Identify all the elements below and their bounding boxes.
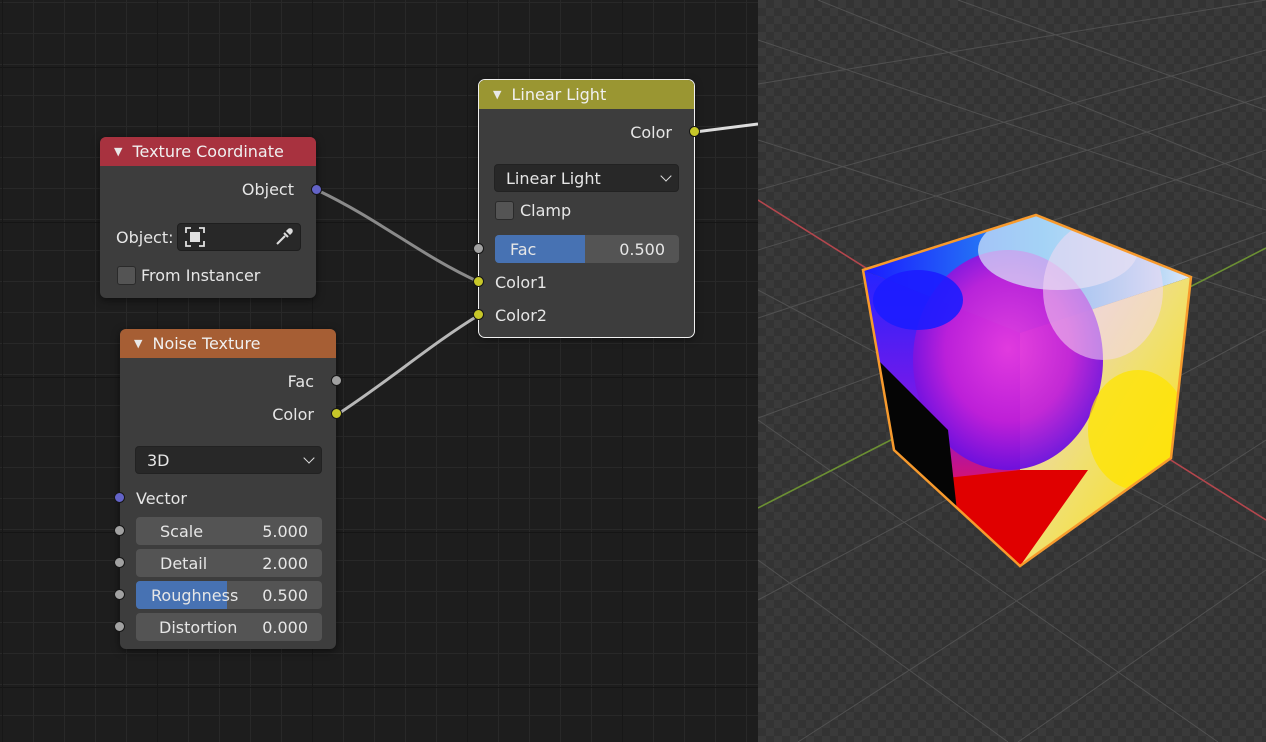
output-fac-socket[interactable] bbox=[331, 375, 342, 386]
output-color-label: Color bbox=[630, 122, 672, 142]
from-instancer-row: From Instancer bbox=[141, 263, 316, 287]
3d-viewport[interactable] bbox=[758, 0, 1266, 742]
fac-value: 0.500 bbox=[619, 240, 665, 259]
chevron-down-icon bbox=[660, 170, 672, 182]
object-field[interactable] bbox=[177, 223, 301, 251]
input-scale-socket[interactable] bbox=[114, 525, 125, 536]
node-editor[interactable]: ▼ Texture Coordinate Object Object: From… bbox=[0, 0, 758, 742]
blend-mode-dropdown[interactable]: Linear Light bbox=[494, 164, 679, 192]
dimensions-value: 3D bbox=[147, 450, 170, 470]
input-vector-label: Vector bbox=[136, 488, 187, 508]
texture-coordinate-header[interactable]: ▼ Texture Coordinate bbox=[100, 137, 316, 166]
output-color-row: Color bbox=[120, 402, 336, 426]
distortion-value: 0.000 bbox=[262, 618, 308, 637]
input-fac-socket[interactable] bbox=[473, 243, 484, 254]
output-color-socket[interactable] bbox=[331, 408, 342, 419]
scale-slider[interactable]: Scale 5.000 bbox=[136, 517, 322, 545]
input-color1-label: Color1 bbox=[495, 272, 547, 292]
chevron-down-icon bbox=[303, 452, 315, 464]
slider-fill bbox=[495, 235, 586, 263]
node-title: Noise Texture bbox=[152, 334, 261, 353]
dimensions-dropdown[interactable]: 3D bbox=[135, 446, 322, 474]
link-object-to-color1[interactable] bbox=[316, 188, 480, 284]
detail-label: Detail bbox=[160, 554, 208, 573]
scale-label: Scale bbox=[160, 522, 204, 541]
output-color-row: Color bbox=[479, 120, 694, 144]
scale-value: 5.000 bbox=[262, 522, 308, 541]
clamp-label: Clamp bbox=[520, 200, 572, 220]
roughness-value: 0.500 bbox=[262, 586, 308, 605]
object-square-icon bbox=[185, 227, 205, 247]
link-color-to-color2[interactable] bbox=[337, 313, 480, 416]
noise-texture-node[interactable]: ▼ Noise Texture Fac Color 3D Vector Scal… bbox=[114, 329, 342, 649]
output-color-label: Color bbox=[272, 404, 314, 424]
detail-slider[interactable]: Detail 2.000 bbox=[136, 549, 322, 577]
clamp-row: Clamp bbox=[520, 198, 694, 222]
output-object-socket[interactable] bbox=[311, 184, 322, 195]
input-detail-socket[interactable] bbox=[114, 557, 125, 568]
input-color2-row: Color2 bbox=[479, 303, 694, 327]
viewport-scene bbox=[758, 0, 1266, 742]
input-roughness-socket[interactable] bbox=[114, 589, 125, 600]
output-object-label: Object bbox=[241, 179, 294, 199]
roughness-label: Roughness bbox=[151, 586, 239, 605]
input-color1-row: Color1 bbox=[479, 270, 694, 294]
output-fac-row: Fac bbox=[120, 369, 336, 393]
texture-coordinate-node[interactable]: ▼ Texture Coordinate Object Object: From… bbox=[100, 137, 322, 298]
fac-label: Fac bbox=[510, 240, 537, 259]
input-vector-row: Vector bbox=[120, 486, 336, 510]
roughness-slider[interactable]: Roughness 0.500 bbox=[136, 581, 322, 609]
output-color-socket[interactable] bbox=[689, 126, 700, 137]
linear-light-header[interactable]: ▼ Linear Light bbox=[479, 80, 694, 109]
eyedropper-icon[interactable] bbox=[272, 225, 296, 249]
blend-mode-value: Linear Light bbox=[506, 168, 601, 188]
from-instancer-checkbox[interactable] bbox=[117, 266, 136, 285]
clamp-checkbox[interactable] bbox=[495, 201, 514, 220]
fac-slider[interactable]: Fac 0.500 bbox=[495, 235, 679, 263]
from-instancer-label: From Instancer bbox=[141, 265, 261, 285]
node-title: Linear Light bbox=[511, 85, 607, 104]
noise-texture-header[interactable]: ▼ Noise Texture bbox=[120, 329, 336, 358]
detail-value: 2.000 bbox=[262, 554, 308, 573]
input-color2-label: Color2 bbox=[495, 305, 547, 325]
collapse-triangle-icon[interactable]: ▼ bbox=[134, 337, 142, 350]
collapse-triangle-icon[interactable]: ▼ bbox=[493, 88, 501, 101]
object-label: Object: bbox=[116, 227, 174, 247]
linear-light-node[interactable]: ▼ Linear Light Color Linear Light Clamp … bbox=[473, 79, 700, 338]
node-title: Texture Coordinate bbox=[132, 142, 284, 161]
input-distortion-socket[interactable] bbox=[114, 621, 125, 632]
output-object-row: Object bbox=[100, 177, 316, 201]
collapse-triangle-icon[interactable]: ▼ bbox=[114, 145, 122, 158]
cube-object bbox=[863, 215, 1191, 566]
distortion-slider[interactable]: Distortion 0.000 bbox=[136, 613, 322, 641]
distortion-label: Distortion bbox=[159, 618, 238, 637]
output-fac-label: Fac bbox=[287, 371, 314, 391]
link-output-color[interactable] bbox=[694, 122, 758, 134]
